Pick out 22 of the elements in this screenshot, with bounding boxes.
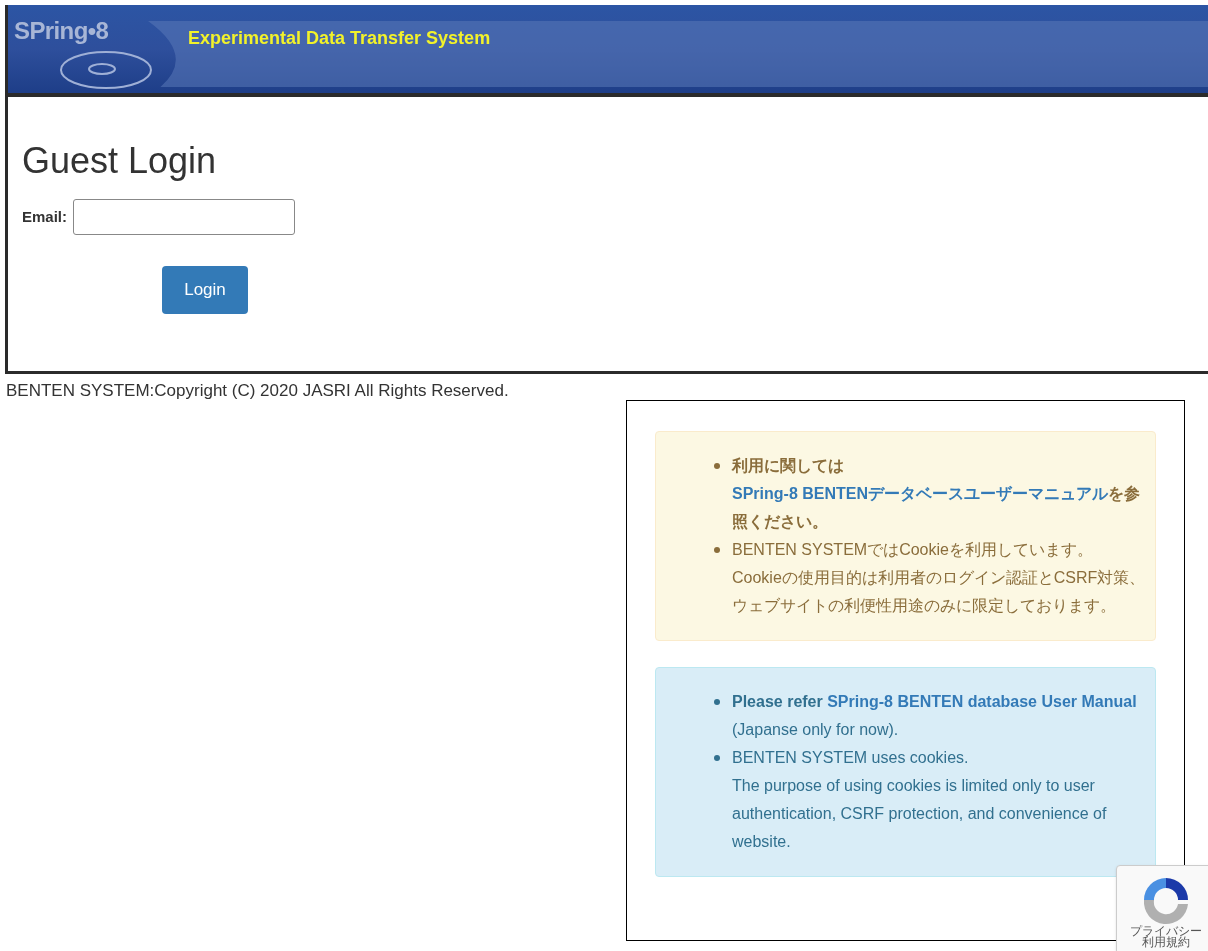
captcha-link[interactable]: プライバシー xyxy=(1130,926,1202,937)
notice-text: 利用に関しては SPring-8 BENTENデータベースユーザーマニュアルを参照ください。 xyxy=(732,456,1141,532)
bullet-icon xyxy=(714,699,720,705)
copyright-text: BENTEN SYSTEM:Copyright (C) 2020 JASRI All Rights Reserved. xyxy=(6,380,510,402)
logo-text: SPring•8 xyxy=(14,16,109,46)
bullet-icon xyxy=(714,547,720,553)
email-field[interactable] xyxy=(73,199,295,235)
notice-text: BENTEN SYSTEM uses cookies. xyxy=(732,748,970,768)
notice-text: The purpose of using cookies is limited only to user authentication, CSRF protection, and convenience of website. xyxy=(732,776,1108,852)
notice-text: BENTEN SYSTEMではCookieを利用しています。 xyxy=(732,540,1094,560)
notice-text: Cookieの使用目的は利用者のログイン認証とCSRF対策、ウェブサイトの利便性用途のみに限定しております。 xyxy=(732,568,1147,616)
disc-logo-icon xyxy=(58,49,154,91)
manual-link[interactable]: SPring-8 BENTEN database User Manual xyxy=(827,693,1137,710)
system-title: Experimental Data Transfer System xyxy=(188,27,491,50)
email-label: Email: xyxy=(22,206,67,227)
bullet-icon xyxy=(714,463,720,469)
captcha-link[interactable]: 利用規約 xyxy=(1142,937,1190,948)
manual-link[interactable]: SPring-8 BENTENデータベースユーザーマニュアル xyxy=(732,485,1108,502)
login-button[interactable]: Login xyxy=(162,266,248,314)
page-heading: Guest Login xyxy=(22,141,218,181)
bullet-icon xyxy=(714,755,720,761)
notice-text: Please refer SPring-8 BENTEN database User Manual (Japanse only for now). xyxy=(732,692,1138,740)
